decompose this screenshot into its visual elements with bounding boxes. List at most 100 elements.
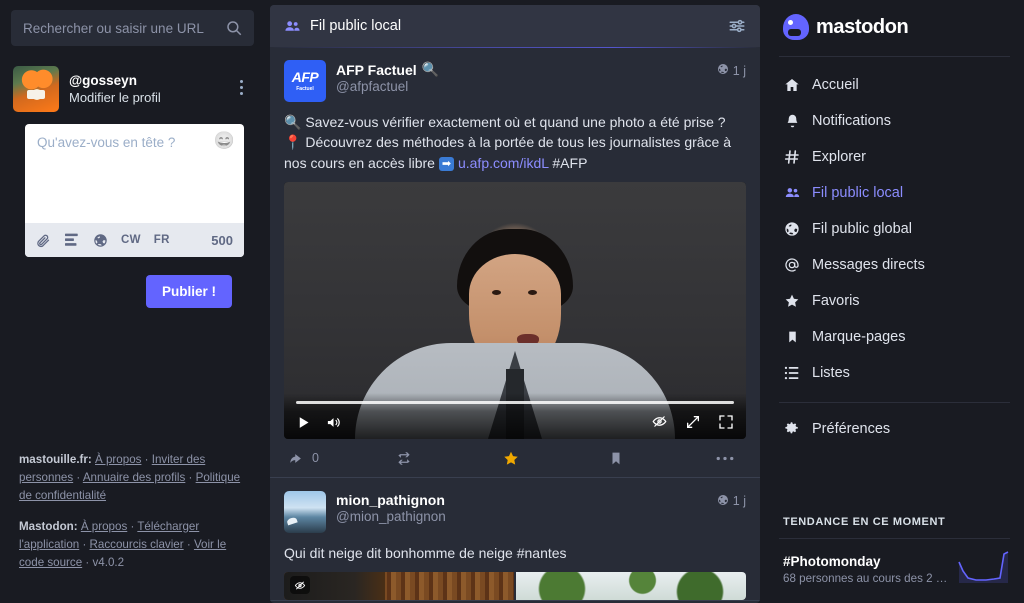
globe-icon[interactable] — [93, 233, 108, 248]
favourite-button[interactable] — [502, 450, 609, 467]
status-line-1: Savez-vous vérifier exactement où et qua… — [305, 114, 726, 130]
sep: · — [79, 538, 90, 552]
sidebar-item-preferences[interactable]: Préférences — [765, 411, 1024, 447]
media-thumbnail[interactable] — [516, 572, 746, 601]
status-link[interactable]: u.afp.com/ikdL — [458, 155, 549, 171]
eye-slash-icon[interactable] — [290, 576, 310, 595]
media-thumbnail[interactable] — [284, 572, 514, 601]
sidebar-item-fil-public-global[interactable]: Fil public global — [765, 211, 1024, 247]
sep: · — [183, 538, 194, 552]
search-input[interactable] — [11, 10, 254, 46]
trend-hashtag[interactable]: #Photomonday — [783, 554, 950, 569]
hashtag-icon — [783, 149, 801, 165]
globe-icon — [717, 63, 729, 78]
display-name[interactable]: mion_pathignon — [336, 492, 446, 508]
status-list: AFP Factuel AFP Factuel 🔍 @afpfactuel 1 … — [270, 47, 760, 603]
profile-row[interactable]: @gosseyn Modifier le profil — [11, 60, 254, 122]
sidebar-item-explorer[interactable]: Explorer — [765, 139, 1024, 175]
timestamp-text: 1 j — [732, 494, 746, 509]
status-actions: 0 — [284, 441, 746, 477]
magnifier-emoji: 🔍 — [421, 61, 440, 77]
language-button[interactable]: FR — [154, 234, 170, 246]
profile-menu-icon[interactable] — [234, 80, 248, 98]
sidebar-item-notifications[interactable]: Notifications — [765, 103, 1024, 139]
timestamp-text: 1 j — [732, 63, 746, 78]
magnifier-emoji: 🔍 — [284, 114, 302, 130]
avatar[interactable]: AFP Factuel — [284, 60, 326, 102]
bookmark-button[interactable] — [609, 450, 716, 467]
trends-panel: TENDANCE EN CE MOMENT #Photomonday 68 pe… — [765, 504, 1024, 603]
divider — [779, 402, 1010, 403]
app-links: Mastodon: À propos · Télécharger l'appli… — [19, 518, 250, 572]
instance-link-about[interactable]: À propos — [95, 453, 141, 466]
sidebar-item-messages-directs[interactable]: Messages directs — [765, 247, 1024, 283]
eye-slash-icon[interactable] — [651, 414, 668, 429]
table-row[interactable]: mion_pathignon @mion_pathignon 1 j Qui d… — [270, 478, 760, 602]
trend-subtitle: 68 personnes au cours des 2 der… — [783, 572, 950, 585]
compose-textarea[interactable]: Qu'avez-vous en tête ? 😄 — [25, 124, 244, 223]
sidebar-item-favoris[interactable]: Favoris — [765, 283, 1024, 319]
pin-emoji: 📍 — [284, 134, 302, 151]
reply-count: 0 — [312, 451, 319, 466]
mastodon-logo[interactable]: mastodon — [765, 0, 1024, 56]
trend-sparkline — [958, 550, 1010, 589]
sep: · — [141, 453, 152, 467]
list-icon — [783, 366, 801, 380]
list-item[interactable]: #Photomonday 68 personnes au cours des 2… — [765, 539, 1024, 603]
column-header[interactable]: Fil public local — [270, 5, 760, 48]
video-controls-right — [651, 414, 734, 430]
sidebar-item-label: Notifications — [812, 113, 891, 129]
poll-icon[interactable] — [64, 233, 80, 247]
column-title: Fil public local — [310, 18, 402, 34]
status-timestamp[interactable]: 1 j — [717, 491, 746, 509]
status-timestamp[interactable]: 1 j — [717, 60, 746, 78]
app-link-shortcuts[interactable]: Raccourcis clavier — [90, 538, 184, 551]
status-content: Qui dit neige dit bonhomme de neige #nan… — [284, 544, 567, 561]
bookmark-icon — [783, 329, 801, 345]
volume-icon[interactable] — [325, 415, 342, 430]
sidebar-item-label: Fil public global — [812, 221, 912, 237]
avatar-text: AFP — [291, 69, 319, 85]
fullscreen-icon[interactable] — [718, 414, 734, 430]
expand-icon[interactable] — [685, 414, 701, 430]
video-seekbar[interactable] — [296, 400, 734, 404]
avatar-subtext: Factuel — [296, 86, 314, 92]
sidebar-item-fil-public-local[interactable]: Fil public local — [765, 175, 1024, 211]
sidebar-item-accueil[interactable]: Accueil — [765, 67, 1024, 103]
instance-link-directory[interactable]: Annuaire des profils — [83, 471, 185, 484]
app-link-about[interactable]: À propos — [81, 520, 127, 533]
sidebar-item-marque-pages[interactable]: Marque-pages — [765, 319, 1024, 355]
paperclip-icon[interactable] — [36, 233, 51, 248]
reply-button[interactable]: 0 — [288, 451, 395, 466]
sep: · — [82, 556, 93, 570]
sidebar-item-label: Préférences — [812, 421, 891, 437]
content-warning-button[interactable]: CW — [121, 234, 141, 246]
search-container — [11, 10, 254, 46]
table-row[interactable]: AFP Factuel AFP Factuel 🔍 @afpfactuel 1 … — [270, 47, 760, 478]
media-gallery[interactable] — [284, 572, 746, 601]
compose-toolbar: CW FR 500 — [25, 223, 244, 257]
avatar[interactable] — [284, 490, 326, 533]
video-player[interactable] — [284, 181, 746, 439]
play-icon[interactable] — [296, 415, 311, 430]
emoji-picker-icon[interactable]: 😄 — [214, 132, 235, 149]
sidebar-item-label: Marque-pages — [812, 329, 906, 345]
sliders-icon[interactable] — [728, 17, 746, 35]
video-subject-eye-left — [492, 289, 501, 295]
nav-list: Accueil Notifications Explorer Fil publi… — [765, 57, 1024, 447]
arrow-emoji: ➡ — [438, 156, 455, 171]
more-options-button[interactable] — [716, 456, 740, 461]
publish-button[interactable]: Publier ! — [145, 275, 232, 308]
status-hashtag[interactable]: #AFP — [552, 155, 587, 171]
boost-button[interactable] — [395, 451, 502, 466]
gear-icon — [783, 421, 801, 437]
sidebar-item-label: Messages directs — [812, 257, 925, 273]
edit-profile-link[interactable]: Modifier le profil — [69, 90, 161, 105]
left-column: @gosseyn Modifier le profil Qu'avez-vous… — [0, 0, 265, 603]
profile-meta: @gosseyn Modifier le profil — [69, 73, 161, 105]
status-header: AFP Factuel AFP Factuel 🔍 @afpfactuel 1 … — [284, 60, 746, 102]
sidebar-item-listes[interactable]: Listes — [765, 355, 1024, 391]
display-name[interactable]: AFP Factuel 🔍 — [336, 61, 439, 78]
sidebar-item-label: Explorer — [812, 149, 866, 165]
brand-name: mastodon — [816, 15, 909, 38]
